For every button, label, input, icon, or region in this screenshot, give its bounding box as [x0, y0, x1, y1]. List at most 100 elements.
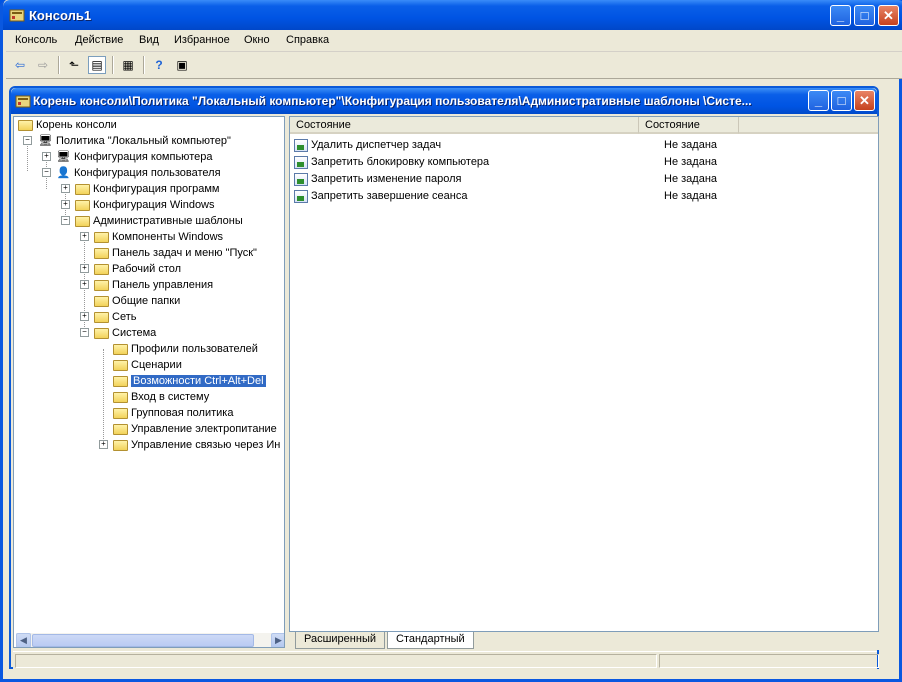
tree-line	[103, 349, 104, 445]
action-pane-icon[interactable]: ▣	[173, 56, 191, 74]
collapse-icon[interactable]: −	[23, 136, 32, 145]
folder-icon	[94, 279, 109, 291]
scroll-thumb[interactable]	[32, 634, 254, 647]
list-item[interactable]: Запретить изменение пароля Не задана	[294, 171, 878, 188]
policy-setting-icon	[294, 172, 308, 186]
collapse-icon[interactable]: −	[42, 168, 51, 177]
folder-icon	[75, 199, 90, 211]
folder-icon	[94, 263, 109, 275]
tree-label-wrap: Система	[94, 325, 156, 341]
child-minimize-button[interactable]: _	[808, 90, 829, 111]
tree-label-wrap: Сеть	[94, 309, 136, 325]
main-window: Консоль1 _ □ ✕ Консоль Действие Вид Избр…	[0, 0, 902, 682]
column-header-state[interactable]: Состояние	[639, 117, 739, 134]
list-item[interactable]: Удалить диспетчер задач Не задана	[294, 137, 878, 154]
tree-label: Вход в систему	[131, 391, 210, 403]
setting-name: Запретить изменение пароля	[311, 173, 462, 185]
up-level-icon[interactable]: ⬑	[65, 56, 83, 74]
folder-icon	[113, 391, 128, 403]
menu-window[interactable]: Окно	[244, 34, 270, 46]
tree-label-wrap: Профили пользователей	[113, 341, 258, 357]
folder-icon	[94, 327, 109, 339]
folder-icon	[94, 231, 109, 243]
tree-label: Рабочий стол	[112, 263, 182, 275]
tree-item-root[interactable]: Корень консоли	[18, 117, 117, 133]
setting-name: Запретить завершение сеанса	[311, 190, 468, 202]
close-button[interactable]: ✕	[878, 5, 899, 26]
expand-icon[interactable]: +	[42, 152, 51, 161]
expand-icon[interactable]: +	[80, 232, 89, 241]
policy-setting-icon	[294, 138, 308, 152]
list-item[interactable]: Запретить блокировку компьютера Не задан…	[294, 154, 878, 171]
forward-arrow-icon[interactable]: ⇨	[34, 56, 52, 74]
tree-label-wrap: Административные шаблоны	[75, 213, 243, 229]
mmc-icon	[9, 7, 25, 23]
tree-label-wrap: Конфигурация программ	[75, 181, 219, 197]
tree-label: Сценарии	[131, 359, 182, 371]
tree-label-wrap: Панель управления	[94, 277, 213, 293]
column-header-empty[interactable]	[739, 117, 878, 134]
collapse-icon[interactable]: −	[61, 216, 70, 225]
expand-icon[interactable]: +	[80, 280, 89, 289]
tab-standard[interactable]: Стандартный	[387, 632, 474, 649]
child-maximize-button[interactable]: □	[831, 90, 852, 111]
column-header-name[interactable]: Состояние	[290, 117, 639, 134]
tree-label: Политика "Локальный компьютер"	[56, 135, 231, 147]
folder-icon	[94, 247, 109, 259]
setting-state: Не задана	[664, 156, 718, 168]
maximize-button[interactable]: □	[854, 5, 875, 26]
tree-label: Профили пользователей	[131, 343, 258, 355]
child-close-button[interactable]: ✕	[854, 90, 875, 111]
results-pane[interactable]: Состояние Состояние Удалить диспетчер за…	[289, 116, 879, 632]
menu-help[interactable]: Справка	[286, 34, 329, 46]
setting-state: Не задана	[664, 190, 718, 202]
scroll-left-icon[interactable]: ◀	[16, 633, 31, 647]
setting-state: Не задана	[664, 139, 718, 151]
tree-label-wrap: 🖥 Политика "Локальный компьютер"	[38, 133, 231, 149]
tree-horizontal-scrollbar[interactable]: ◀ ▶	[16, 633, 284, 647]
menu-action[interactable]: Действие	[75, 34, 123, 46]
expand-icon[interactable]: +	[61, 184, 70, 193]
export-list-icon[interactable]: ▦	[119, 56, 137, 74]
minimize-button[interactable]: _	[830, 5, 851, 26]
expand-icon[interactable]: +	[80, 264, 89, 273]
menu-view[interactable]: Вид	[139, 34, 159, 46]
tree-label: Корень консоли	[36, 119, 117, 131]
tree-label: Управление связью через Ин	[131, 439, 281, 451]
menu-console[interactable]: Консоль	[15, 34, 57, 46]
menu-favorites[interactable]: Избранное	[174, 34, 230, 46]
show-tree-icon[interactable]: ▤	[88, 56, 106, 74]
tree-label-wrap: Сценарии	[113, 357, 182, 373]
tree-label: Конфигурация компьютера	[74, 151, 213, 163]
tab-extended[interactable]: Расширенный	[295, 632, 385, 649]
folder-icon	[75, 183, 90, 195]
child-title-bar[interactable]: Корень консоли\Политика "Локальный компь…	[11, 88, 877, 114]
expand-icon[interactable]: +	[99, 440, 108, 449]
toolbar: ⇦ ⇨ ⬑ ▤ ▦ ? ▣	[6, 52, 902, 79]
tree-label: Панель управления	[112, 279, 214, 291]
list-item[interactable]: Запретить завершение сеанса Не задана	[294, 188, 878, 205]
back-arrow-icon[interactable]: ⇦	[11, 56, 29, 74]
tree-label: Компоненты Windows	[112, 231, 224, 243]
tree-label: Административные шаблоны	[93, 215, 243, 227]
tree-label-wrap: Управление связью через Ин	[113, 437, 280, 453]
tree-label: Групповая политика	[131, 407, 234, 419]
title-bar[interactable]: Консоль1 _ □ ✕	[3, 0, 902, 30]
collapse-icon[interactable]: −	[80, 328, 89, 337]
tree-label-wrap: Рабочий стол	[94, 261, 181, 277]
tree-label-wrap: Вход в систему	[113, 389, 209, 405]
tree-label-wrap: Управление электропитание	[113, 421, 277, 437]
user-icon: 👤	[56, 167, 71, 180]
expand-icon[interactable]: +	[61, 200, 70, 209]
tree-label: Панель задач и меню "Пуск"	[112, 247, 257, 259]
folder-icon	[94, 311, 109, 323]
folder-icon	[94, 295, 109, 307]
tree-label-wrap: Панель задач и меню "Пуск"	[94, 245, 257, 261]
help-icon[interactable]: ?	[150, 56, 168, 74]
computer-icon: 🖥	[56, 151, 71, 164]
console-tree[interactable]: Корень консоли − 🖥 Политика "Локальный ко…	[13, 116, 285, 648]
expand-icon[interactable]: +	[80, 312, 89, 321]
status-panel	[15, 654, 657, 668]
status-panel	[659, 654, 879, 668]
scroll-right-icon[interactable]: ▶	[271, 633, 284, 647]
